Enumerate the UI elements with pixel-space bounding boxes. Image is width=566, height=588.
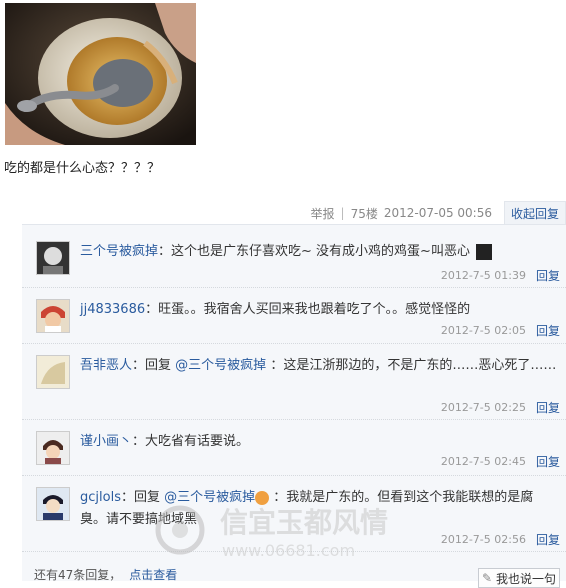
reply-meta: 2012-7-5 01:39 回复 xyxy=(441,267,560,284)
reply-body: 谨小画丶：大吃省有话要说。 xyxy=(80,431,558,453)
reply-username[interactable]: gcjlols xyxy=(80,490,121,505)
write-reply-button[interactable]: ✎ 我也说一句 xyxy=(478,568,560,588)
reply-body: gcjlols：回复 @三个号被疯掉 ：我就是广东的。但看到这个我能联想的是腐臭… xyxy=(80,487,558,531)
emoticon-icon xyxy=(255,491,269,505)
reply-body: jj4833686：旺蛋。。我宿舍人买回来我也跟着吃了个。。感觉怪怪的 xyxy=(80,299,558,321)
reply-item: 谨小画丶：大吃省有话要说。 2012-7-5 02:45 回复 xyxy=(22,419,566,476)
mention-link[interactable]: @三个号被疯掉 xyxy=(175,358,266,373)
user-avatar-icon xyxy=(37,432,69,464)
reply-item: 吾非恶人：回复 @三个号被疯掉 ：这是江浙那边的，不是广东的……恶心死了…… 2… xyxy=(22,343,566,420)
reply-content: 旺蛋。。我宿舍人买回来我也跟着吃了个。。感觉怪怪的 xyxy=(158,302,470,317)
mention-link[interactable]: @三个号被疯掉 xyxy=(164,490,255,505)
emoticon-icon xyxy=(476,244,492,260)
avatar[interactable] xyxy=(36,487,70,521)
reply-username[interactable]: 吾非恶人 xyxy=(80,358,132,373)
reply-button[interactable]: 回复 xyxy=(536,453,560,470)
reply-time: 2012-7-5 02:45 xyxy=(441,455,526,468)
floor-number: 75楼 xyxy=(351,205,378,222)
reply-item: gcjlols：回复 @三个号被疯掉 ：我就是广东的。但看到这个我能联想的是腐臭… xyxy=(22,475,566,552)
reply-meta: 2012-7-5 02:05 回复 xyxy=(441,322,560,339)
separator: ： xyxy=(132,358,145,373)
reply-body: 三个号被疯掉：这个也是广东仔喜欢吃~ 没有成小鸡的鸡蛋~叫恶心 xyxy=(80,241,558,263)
report-link[interactable]: 举报 xyxy=(311,205,335,222)
reply-body: 吾非恶人：回复 @三个号被疯掉 ：这是江浙那边的，不是广东的……恶心死了…… xyxy=(80,355,558,377)
separator: ： xyxy=(145,302,158,317)
pen-icon: ✎ xyxy=(482,571,492,585)
user-avatar-icon xyxy=(37,300,69,332)
separator: ： xyxy=(132,434,145,449)
reply-item: 三个号被疯掉：这个也是广东仔喜欢吃~ 没有成小鸡的鸡蛋~叫恶心 2012-7-5… xyxy=(22,225,566,288)
user-avatar-icon xyxy=(37,356,69,388)
reply-username[interactable]: 谨小画丶 xyxy=(80,434,132,449)
replies-footer: 还有47条回复，点击查看 xyxy=(34,566,177,583)
user-avatar-icon xyxy=(37,242,69,274)
reply-prefix: 回复 xyxy=(145,358,175,373)
reply-time: 2012-7-5 02:25 xyxy=(441,401,526,414)
reply-content: ：这是江浙那边的，不是广东的……恶心死了…… xyxy=(266,358,556,373)
post-datetime: 2012-07-05 00:56 xyxy=(384,206,492,220)
reply-time: 2012-7-5 01:39 xyxy=(441,269,526,282)
reply-meta: 2012-7-5 02:25 回复 xyxy=(441,399,560,416)
collapse-replies-button[interactable]: 收起回复 xyxy=(504,201,566,225)
write-reply-label: 我也说一句 xyxy=(496,570,556,587)
replies-panel: 三个号被疯掉：这个也是广东仔喜欢吃~ 没有成小鸡的鸡蛋~叫恶心 2012-7-5… xyxy=(22,224,566,581)
post-meta: 举报 | 75楼 2012-07-05 00:56 收起回复 xyxy=(311,203,566,223)
user-avatar-icon xyxy=(37,488,69,520)
post-photo xyxy=(5,3,196,145)
reply-button[interactable]: 回复 xyxy=(536,322,560,339)
avatar[interactable] xyxy=(36,299,70,333)
avatar[interactable] xyxy=(36,431,70,465)
separator: ： xyxy=(158,244,171,259)
avatar[interactable] xyxy=(36,355,70,389)
reply-button[interactable]: 回复 xyxy=(536,399,560,416)
reply-content: 这个也是广东仔喜欢吃~ 没有成小鸡的鸡蛋~叫恶心 xyxy=(171,244,470,259)
divider: | xyxy=(341,206,345,220)
post-text: 吃的都是什么心态？？？？ xyxy=(4,157,160,176)
reply-time: 2012-7-5 02:56 xyxy=(441,533,526,546)
reply-meta: 2012-7-5 02:45 回复 xyxy=(441,453,560,470)
reply-content: 大吃省有话要说。 xyxy=(145,434,249,449)
reply-meta: 2012-7-5 02:56 回复 xyxy=(441,531,560,548)
avatar[interactable] xyxy=(36,241,70,275)
reply-time: 2012-7-5 02:05 xyxy=(441,324,526,337)
reply-button[interactable]: 回复 xyxy=(536,267,560,284)
egg-image xyxy=(5,3,196,145)
separator: ： xyxy=(121,490,134,505)
reply-prefix: 回复 xyxy=(134,490,164,505)
reply-username[interactable]: jj4833686 xyxy=(80,302,145,317)
reply-button[interactable]: 回复 xyxy=(536,531,560,548)
reply-item: jj4833686：旺蛋。。我宿舍人买回来我也跟着吃了个。。感觉怪怪的 2012… xyxy=(22,287,566,344)
reply-username[interactable]: 三个号被疯掉 xyxy=(80,244,158,259)
